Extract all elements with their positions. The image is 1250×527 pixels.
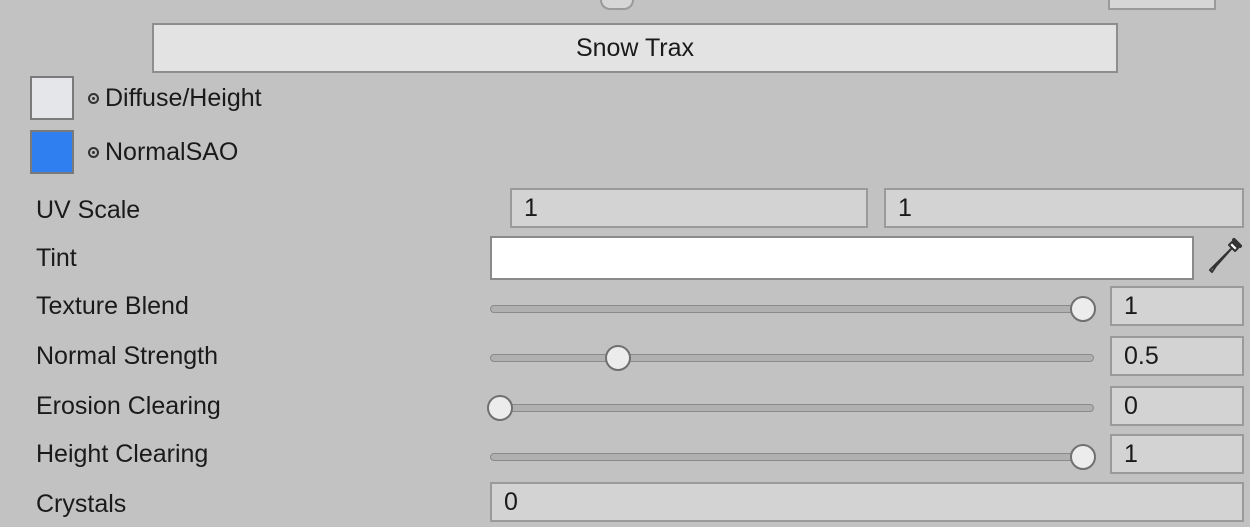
slider-label-texture-blend: Texture Blend bbox=[36, 292, 189, 320]
slider-value-normal-strength[interactable]: 0.5 bbox=[1110, 336, 1244, 376]
slider-label-height-clearing: Height Clearing bbox=[36, 440, 209, 468]
object-picker-icon[interactable] bbox=[88, 146, 99, 158]
slider-track-erosion-clearing[interactable] bbox=[490, 404, 1094, 412]
crystals-input[interactable]: 0 bbox=[490, 482, 1244, 522]
slider-value-height-clearing[interactable]: 1 bbox=[1110, 434, 1244, 474]
cutoff-control-right bbox=[1108, 0, 1216, 10]
slider-label-normal-strength: Normal Strength bbox=[36, 342, 219, 370]
slider-track-normal-strength[interactable] bbox=[490, 354, 1094, 362]
slider-track-height-clearing[interactable] bbox=[490, 453, 1094, 461]
section-title: Snow Trax bbox=[575, 33, 695, 62]
uv-scale-label: UV Scale bbox=[36, 196, 141, 224]
texture-row-normal: NormalSAO bbox=[30, 130, 238, 174]
normal-texture-label: NormalSAO bbox=[105, 137, 239, 166]
cutoff-control-left bbox=[600, 0, 634, 10]
uv-scale-y-input[interactable]: 1 bbox=[884, 188, 1244, 228]
uv-scale-x-input[interactable]: 1 bbox=[510, 188, 868, 228]
normal-texture-swatch[interactable] bbox=[30, 130, 74, 174]
slider-value-erosion-clearing[interactable]: 0 bbox=[1110, 386, 1244, 426]
diffuse-texture-swatch[interactable] bbox=[30, 76, 74, 120]
section-title-button[interactable]: Snow Trax bbox=[152, 23, 1118, 73]
eyedropper-icon[interactable] bbox=[1204, 236, 1244, 280]
slider-thumb-normal-strength[interactable] bbox=[605, 345, 631, 371]
tint-color-field[interactable] bbox=[490, 236, 1194, 280]
object-picker-icon[interactable] bbox=[88, 92, 99, 104]
tint-label: Tint bbox=[36, 244, 77, 272]
crystals-label: Crystals bbox=[36, 490, 127, 518]
slider-thumb-height-clearing[interactable] bbox=[1070, 444, 1096, 470]
slider-value-texture-blend[interactable]: 1 bbox=[1110, 286, 1244, 326]
slider-label-erosion-clearing: Erosion Clearing bbox=[36, 392, 221, 420]
slider-track-texture-blend[interactable] bbox=[490, 305, 1094, 313]
slider-thumb-texture-blend[interactable] bbox=[1070, 296, 1096, 322]
diffuse-texture-label: Diffuse/Height bbox=[105, 83, 262, 112]
slider-thumb-erosion-clearing[interactable] bbox=[487, 395, 513, 421]
texture-row-diffuse: Diffuse/Height bbox=[30, 76, 262, 120]
